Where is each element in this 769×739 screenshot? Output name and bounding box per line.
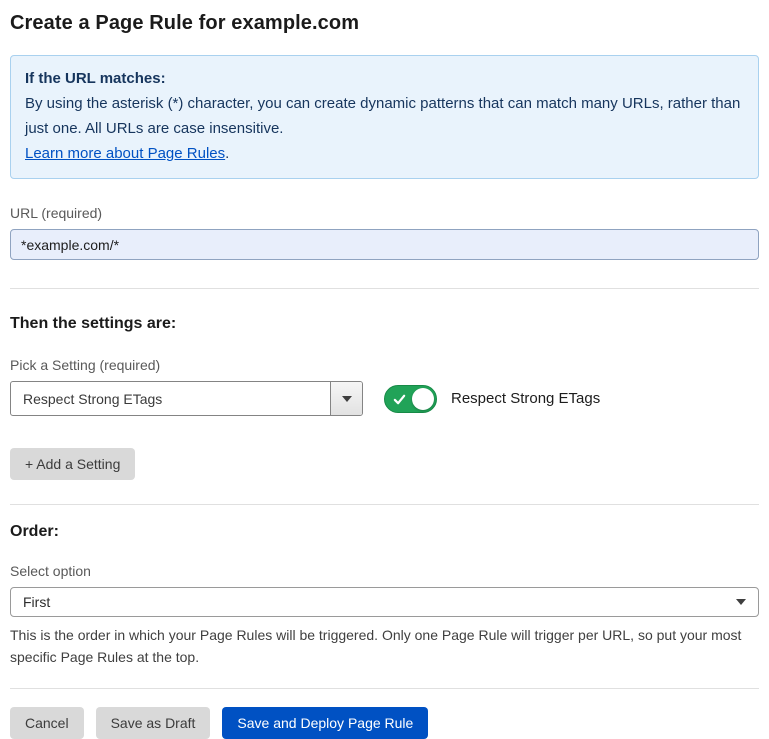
save-draft-button[interactable]: Save as Draft [96,707,211,739]
section-divider [10,288,759,289]
setting-select-value: Respect Strong ETags [11,391,330,407]
etags-toggle[interactable] [384,385,437,413]
save-deploy-button[interactable]: Save and Deploy Page Rule [222,707,428,739]
section-divider [10,504,759,505]
cancel-button[interactable]: Cancel [10,707,84,739]
settings-section-heading: Then the settings are: [10,315,759,333]
order-section-heading: Order: [10,523,759,541]
setting-select[interactable]: Respect Strong ETags [10,381,363,416]
page-title: Create a Page Rule for example.com [10,12,759,35]
order-select[interactable]: First [10,587,759,617]
link-suffix: . [225,145,229,162]
url-label: URL (required) [10,205,759,221]
toggle-knob [412,388,434,410]
order-select-value: First [23,594,736,610]
url-input[interactable] [10,229,759,260]
info-box: If the URL matches: By using the asteris… [10,55,759,179]
check-icon [393,393,406,406]
info-box-link-line: Learn more about Page Rules. [25,141,744,166]
footer-actions: Cancel Save as Draft Save and Deploy Pag… [10,707,759,739]
order-help-text: This is the order in which your Page Rul… [10,624,759,668]
caret-down-icon [342,396,352,402]
order-select-label: Select option [10,563,759,579]
setting-select-caret-button[interactable] [330,382,362,415]
learn-more-link[interactable]: Learn more about Page Rules [25,145,225,162]
caret-down-icon [736,599,746,605]
add-setting-button[interactable]: + Add a Setting [10,448,135,480]
info-box-heading: If the URL matches: [25,66,744,91]
pick-setting-label: Pick a Setting (required) [10,357,759,373]
footer-divider [10,688,759,689]
setting-row: Respect Strong ETags Respect Strong ETag… [10,381,759,416]
toggle-label: Respect Strong ETags [451,390,600,407]
info-box-body: By using the asterisk (*) character, you… [25,91,744,141]
